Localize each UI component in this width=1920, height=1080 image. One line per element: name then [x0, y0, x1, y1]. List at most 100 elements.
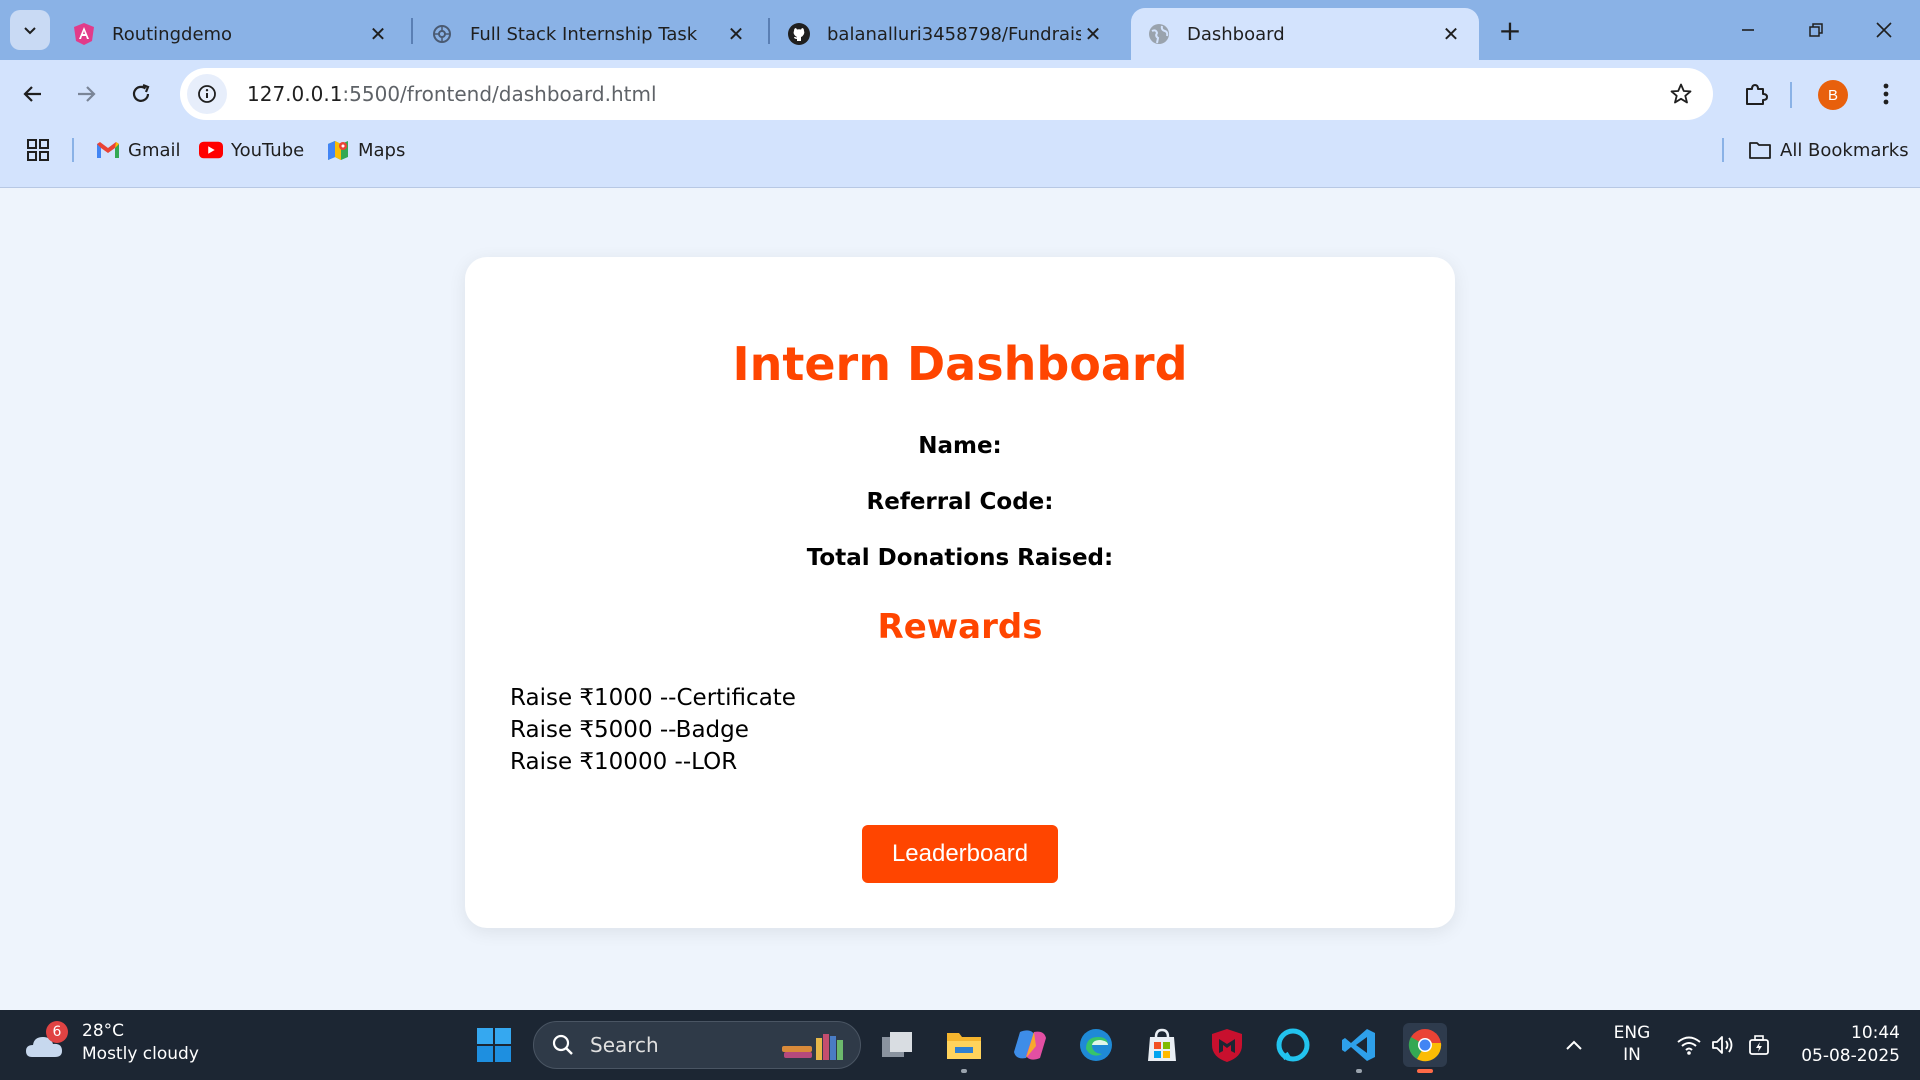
url-path: :5500/frontend/dashboard.html	[342, 82, 657, 106]
bookmark-gmail[interactable]: Gmail	[96, 132, 181, 168]
url-text[interactable]: 127.0.0.1:5500/frontend/dashboard.html	[247, 82, 657, 106]
back-button[interactable]	[13, 74, 53, 114]
info-icon	[198, 85, 216, 103]
alexa-button[interactable]	[1271, 1023, 1315, 1067]
name-label: Name:	[918, 433, 1002, 459]
restore-icon	[1809, 23, 1823, 37]
url-host: 127.0.0.1	[247, 82, 343, 106]
rewards-list: Raise ₹1000 --Certificate Raise ₹5000 --…	[510, 682, 796, 778]
search-icon	[550, 1032, 576, 1058]
copilot-button[interactable]	[1008, 1023, 1052, 1067]
arrow-left-icon	[23, 86, 41, 102]
star-icon	[1670, 83, 1692, 104]
browser-menu-button[interactable]	[1870, 76, 1902, 112]
leaderboard-button[interactable]: Leaderboard	[862, 825, 1058, 883]
clock-time: 10:44	[1851, 1023, 1900, 1043]
chevron-up-icon	[1566, 1040, 1582, 1050]
microsoft-store-button[interactable]	[1140, 1023, 1184, 1067]
chrome-button[interactable]	[1403, 1023, 1447, 1073]
address-bar[interactable]: 127.0.0.1:5500/frontend/dashboard.html	[180, 68, 1713, 120]
language-indicator[interactable]: ENG IN	[1612, 1022, 1652, 1066]
tab-internship-task[interactable]: Full Stack Internship Task ✕	[414, 8, 764, 60]
all-bookmarks-label: All Bookmarks	[1780, 139, 1909, 161]
tab-title: Routingdemo	[112, 23, 233, 45]
close-icon[interactable]: ✕	[1081, 22, 1105, 46]
tab-dashboard[interactable]: Dashboard ✕	[1131, 8, 1479, 60]
battery-status[interactable]	[1737, 1023, 1781, 1067]
taskbar-search[interactable]: Search	[533, 1021, 861, 1069]
folder-icon	[1748, 138, 1772, 162]
tab-strip: Routingdemo ✕ Full Stack Internship Task…	[0, 0, 1920, 60]
new-tab-button[interactable]: +	[1494, 14, 1526, 47]
dashboard-card: Intern Dashboard Name: Referral Code: To…	[465, 257, 1455, 928]
tab-search-button[interactable]	[10, 10, 50, 50]
rewards-heading: Rewards	[877, 607, 1043, 647]
alexa-icon	[1276, 1028, 1310, 1062]
page-viewport: Intern Dashboard Name: Referral Code: To…	[0, 188, 1920, 1010]
cloud-icon: 6	[24, 1021, 70, 1063]
running-indicator	[1356, 1069, 1362, 1073]
apps-grid-icon	[27, 139, 49, 161]
extensions-button[interactable]	[1736, 74, 1776, 114]
bookmark-label: Maps	[358, 139, 406, 161]
tab-github-repo[interactable]: balanalluri3458798/Fundraising ✕	[771, 8, 1121, 60]
angular-icon	[72, 22, 96, 46]
search-placeholder: Search	[590, 1033, 659, 1057]
tab-title: balanalluri3458798/Fundraising	[827, 23, 1081, 45]
bookmark-youtube[interactable]: YouTube	[199, 132, 304, 168]
wifi-icon	[1677, 1036, 1701, 1055]
bookmark-maps[interactable]: Maps	[326, 132, 405, 168]
tab-routingdemo[interactable]: Routingdemo ✕	[56, 8, 406, 60]
tab-title: Dashboard	[1187, 23, 1285, 45]
close-icon[interactable]: ✕	[724, 22, 748, 46]
minimize-button[interactable]	[1730, 12, 1766, 48]
file-explorer-button[interactable]	[942, 1023, 986, 1073]
puzzle-icon	[1746, 84, 1768, 105]
reward-item: Raise ₹1000 --Certificate	[510, 685, 796, 711]
close-icon	[1876, 22, 1892, 38]
copilot-icon	[1014, 1030, 1046, 1060]
tab-divider	[768, 18, 770, 44]
task-view-button[interactable]	[876, 1023, 920, 1067]
all-bookmarks-button[interactable]: All Bookmarks	[1748, 132, 1909, 168]
chevron-down-icon	[24, 27, 36, 35]
weather-badge: 6	[46, 1021, 68, 1043]
gmail-icon	[96, 138, 120, 162]
edge-icon	[1080, 1029, 1112, 1061]
weather-condition: Mostly cloudy	[82, 1044, 199, 1064]
close-icon[interactable]: ✕	[1439, 22, 1463, 46]
globe-icon	[1147, 22, 1171, 46]
store-icon	[1148, 1028, 1176, 1061]
tab-title: Full Stack Internship Task	[470, 23, 698, 45]
toolbar-divider	[1790, 82, 1792, 108]
total-donations-label: Total Donations Raised:	[806, 545, 1114, 571]
reload-button[interactable]	[121, 74, 161, 114]
forward-button[interactable]	[66, 74, 106, 114]
arrow-right-icon	[78, 86, 96, 102]
chrome-icon	[1408, 1029, 1442, 1062]
referral-code-label: Referral Code:	[866, 489, 1054, 515]
bookmark-label: Gmail	[128, 139, 181, 161]
profile-avatar[interactable]: B	[1818, 80, 1848, 110]
system-clock[interactable]: 10:44 05-08-2025	[1790, 1022, 1900, 1068]
close-icon[interactable]: ✕	[366, 22, 390, 46]
start-button[interactable]	[472, 1023, 516, 1067]
apps-button[interactable]	[26, 132, 50, 168]
running-indicator	[961, 1069, 967, 1073]
maps-icon	[326, 138, 350, 162]
vscode-button[interactable]	[1337, 1023, 1381, 1073]
folder-icon	[947, 1033, 981, 1059]
chatgpt-icon	[430, 22, 454, 46]
show-hidden-icons-button[interactable]	[1552, 1023, 1596, 1067]
weather-widget[interactable]: 6 28°C Mostly cloudy	[24, 1020, 199, 1066]
close-window-button[interactable]	[1866, 12, 1902, 48]
restore-button[interactable]	[1798, 12, 1834, 48]
edge-button[interactable]	[1074, 1023, 1118, 1067]
mcafee-button[interactable]	[1205, 1023, 1249, 1067]
bookmark-star-button[interactable]	[1667, 80, 1695, 108]
windows-logo-icon	[477, 1028, 511, 1062]
site-info-button[interactable]	[187, 74, 227, 114]
browser-toolbar: 127.0.0.1:5500/frontend/dashboard.html B…	[0, 60, 1920, 188]
reward-item: Raise ₹10000 --LOR	[510, 749, 738, 775]
speaker-icon	[1712, 1036, 1733, 1054]
